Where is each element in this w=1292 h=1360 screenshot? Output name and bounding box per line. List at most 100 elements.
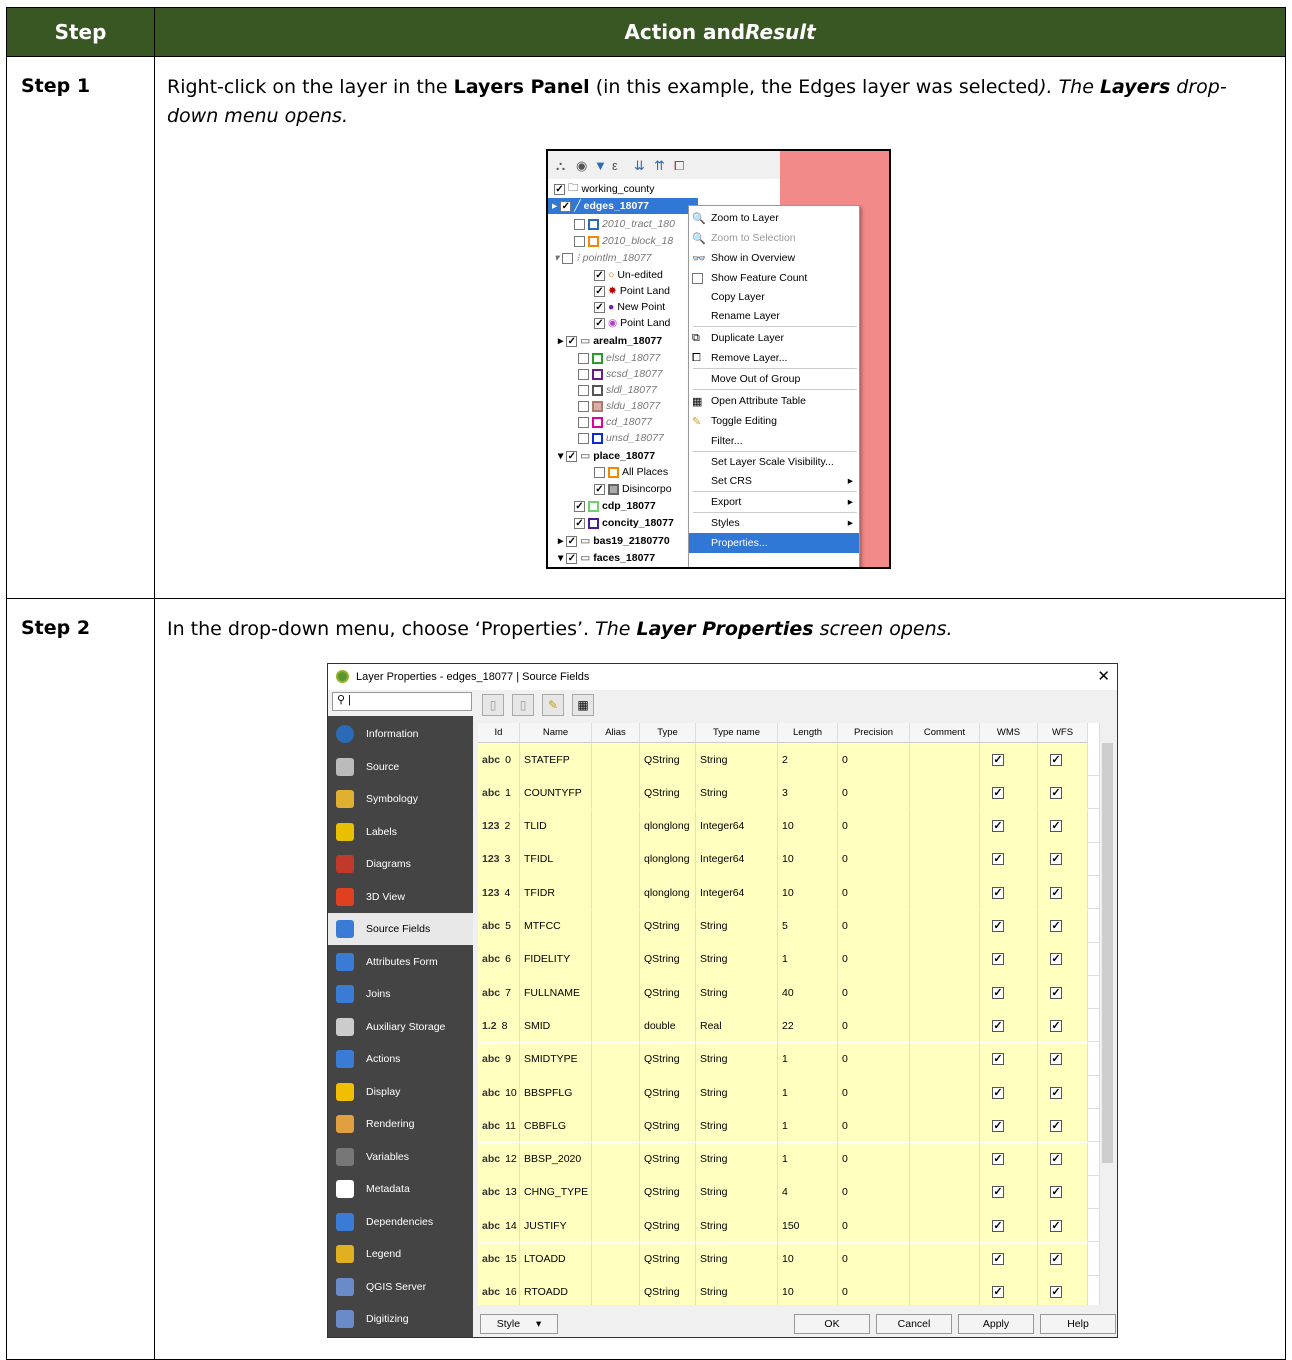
table-row[interactable]: abc 12 BBSP_2020 QString String 1 0 ✓ ✓ (478, 1142, 1099, 1176)
layer-item[interactable]: 2010_tract_180 (574, 216, 675, 232)
layer-item[interactable]: ▾ ✓ ▭ place_18077 (558, 448, 655, 464)
sidebar-item-actions[interactable]: Actions (328, 1043, 473, 1075)
menu-toggle-editing[interactable]: ✎ Toggle Editing (689, 411, 859, 431)
wfs-checkbox[interactable]: ✓ (1038, 909, 1088, 943)
wms-checkbox[interactable]: ✓ (980, 1042, 1038, 1076)
column-header[interactable]: Precision (838, 723, 910, 743)
layer-item[interactable]: ✓ ✸ Point Land (594, 283, 670, 299)
menu-show-in-overview[interactable]: 👓 Show in Overview (689, 248, 859, 268)
column-header[interactable]: Id (478, 723, 520, 743)
sidebar-item-auxiliary-storage[interactable]: Auxiliary Storage (328, 1011, 473, 1043)
menu-move-out-of-group[interactable]: Move Out of Group (689, 369, 859, 389)
menu-zoom-to-layer[interactable]: 🔍 Zoom to Layer (689, 208, 859, 228)
style-icon[interactable]: ⛬ (556, 158, 565, 174)
wms-checkbox[interactable]: ✓ (980, 942, 1038, 976)
menu-set-crs[interactable]: Set CRS ▸ (689, 471, 859, 491)
layer-item[interactable]: 2010_block_18 (574, 233, 673, 249)
wms-checkbox[interactable]: ✓ (980, 909, 1038, 943)
wfs-checkbox[interactable]: ✓ (1038, 876, 1088, 910)
column-header[interactable]: Name (520, 723, 592, 743)
wms-checkbox[interactable]: ✓ (980, 1109, 1038, 1143)
column-header[interactable]: Length (778, 723, 838, 743)
layer-item[interactable]: ✓ ○ Un-edited (594, 267, 663, 283)
layer-item-selected[interactable]: ▸ ✓ ╱ edges_18077 (548, 198, 698, 214)
eye-icon[interactable]: ◉ (576, 158, 587, 174)
wms-checkbox[interactable]: ✓ (980, 776, 1038, 810)
sidebar-item-legend[interactable]: Legend (328, 1238, 473, 1270)
wms-checkbox[interactable]: ✓ (980, 743, 1038, 776)
menu-filter[interactable]: Filter... (689, 431, 859, 451)
expression-icon[interactable]: ε (612, 158, 618, 173)
wms-checkbox[interactable]: ✓ (980, 1242, 1038, 1276)
wms-checkbox[interactable]: ✓ (980, 1009, 1038, 1043)
wfs-checkbox[interactable]: ✓ (1038, 809, 1088, 843)
layer-item[interactable]: scsd_18077 (578, 366, 663, 382)
table-row[interactable]: abc 16 RTOADD QString String 10 0 ✓ ✓ (478, 1275, 1099, 1305)
layer-item[interactable]: ✓ concity_18077 (574, 515, 674, 531)
table-row[interactable]: abc 6 FIDELITY QString String 1 0 ✓ ✓ (478, 942, 1099, 976)
table-row[interactable]: abc 11 CBBFLG QString String 1 0 ✓ ✓ (478, 1109, 1099, 1143)
sidebar-item-symbology[interactable]: Symbology (328, 783, 473, 815)
sidebar-item-dependencies[interactable]: Dependencies (328, 1206, 473, 1238)
apply-button[interactable]: Apply (958, 1314, 1034, 1334)
sidebar-item-source-fields[interactable]: Source Fields (328, 913, 473, 945)
sidebar-item-3d-view[interactable]: 3D View (328, 881, 473, 913)
sidebar-item-rendering[interactable]: Rendering (328, 1108, 473, 1140)
menu-properties[interactable]: Properties... (689, 533, 859, 553)
wfs-checkbox[interactable]: ✓ (1038, 1275, 1088, 1305)
layer-item[interactable]: unsd_18077 (578, 430, 664, 446)
sidebar-item-display[interactable]: Display (328, 1076, 473, 1108)
delete-field-icon[interactable]: ▯ (512, 694, 534, 716)
table-row[interactable]: abc 5 MTFCC QString String 5 0 ✓ ✓ (478, 909, 1099, 943)
remove-icon[interactable]: ⧠ (674, 158, 684, 174)
wfs-checkbox[interactable]: ✓ (1038, 1042, 1088, 1076)
column-header[interactable]: WMS (980, 723, 1038, 743)
wms-checkbox[interactable]: ✓ (980, 809, 1038, 843)
sidebar-item-source[interactable]: Source (328, 751, 473, 783)
layer-item[interactable]: ▾ ✓ ▭ faces_18077 (558, 550, 655, 566)
filter-icon[interactable]: ▼ (594, 158, 607, 173)
menu-styles[interactable]: Styles ▸ (689, 513, 859, 533)
sidebar-item-metadata[interactable]: Metadata (328, 1173, 473, 1205)
layer-item[interactable]: sldl_18077 (578, 382, 657, 398)
wfs-checkbox[interactable]: ✓ (1038, 976, 1088, 1010)
wms-checkbox[interactable]: ✓ (980, 842, 1038, 876)
wms-checkbox[interactable]: ✓ (980, 1076, 1038, 1109)
layer-item[interactable]: ▸ ✓ ▭ bas19_2180770 (558, 533, 670, 549)
menu-copy-layer[interactable]: Copy Layer (689, 287, 859, 307)
column-header[interactable]: Type name (696, 723, 778, 743)
menu-export[interactable]: Export ▸ (689, 492, 859, 512)
menu-zoom-to-selection[interactable]: 🔍 Zoom to Selection (689, 228, 859, 248)
layer-item[interactable]: sldu_18077 (578, 398, 660, 414)
menu-set-scale-visibility[interactable]: Set Layer Scale Visibility... (689, 452, 859, 472)
column-header[interactable]: Type (640, 723, 696, 743)
layer-item[interactable]: ✓ ● New Point (594, 299, 665, 315)
sidebar-item-information[interactable]: Information (328, 718, 473, 750)
sidebar-item-qgis-server[interactable]: QGIS Server (328, 1271, 473, 1303)
layer-item[interactable]: ▸ ✓ ▭ arealm_18077 (558, 333, 662, 349)
menu-duplicate-layer[interactable]: ⧉ Duplicate Layer (689, 328, 859, 348)
table-row[interactable]: abc 9 SMIDTYPE QString String 1 0 ✓ ✓ (478, 1042, 1099, 1076)
menu-open-attribute-table[interactable]: ▦ Open Attribute Table (689, 391, 859, 411)
layer-item[interactable]: ✓ cdp_18077 (574, 498, 656, 514)
wfs-checkbox[interactable]: ✓ (1038, 776, 1088, 810)
wms-checkbox[interactable]: ✓ (980, 1142, 1038, 1176)
sidebar-item-digitizing[interactable]: Digitizing (328, 1303, 473, 1335)
wfs-checkbox[interactable]: ✓ (1038, 1009, 1088, 1043)
column-header[interactable]: Comment (910, 723, 980, 743)
field-calculator-icon[interactable]: ▦ (572, 694, 594, 716)
table-row[interactable]: abc 10 BBSPFLG QString String 1 0 ✓ ✓ (478, 1076, 1099, 1109)
wfs-checkbox[interactable]: ✓ (1038, 1242, 1088, 1276)
help-button[interactable]: Help (1040, 1314, 1116, 1334)
wfs-checkbox[interactable]: ✓ (1038, 842, 1088, 876)
wfs-checkbox[interactable]: ✓ (1038, 1076, 1088, 1109)
layer-item[interactable]: cd_18077 (578, 414, 652, 430)
wfs-checkbox[interactable]: ✓ (1038, 1209, 1088, 1243)
table-row[interactable]: 1.2 8 SMID double Real 22 0 ✓ ✓ (478, 1009, 1099, 1043)
layer-item[interactable]: elsd_18077 (578, 350, 660, 366)
layer-item[interactable]: ▾ ⁝ pointlm_18077 (554, 250, 652, 266)
wms-checkbox[interactable]: ✓ (980, 876, 1038, 910)
table-row[interactable]: abc 13 CHNG_TYPE QString String 4 0 ✓ ✓ (478, 1175, 1099, 1209)
wfs-checkbox[interactable]: ✓ (1038, 1109, 1088, 1143)
menu-remove-layer[interactable]: ⧠ Remove Layer... (689, 348, 859, 368)
